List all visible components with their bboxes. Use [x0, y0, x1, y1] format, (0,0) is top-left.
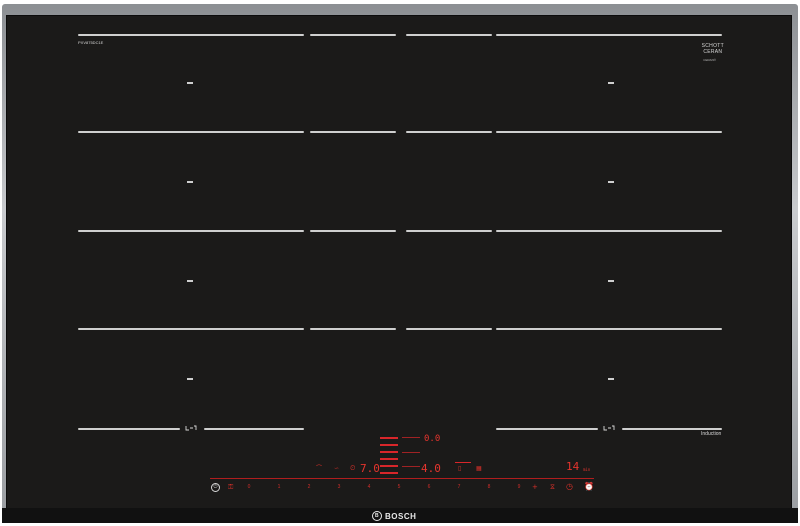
zone-level-display: 0.0 [424, 434, 441, 444]
cooktop-glass [6, 15, 792, 510]
zone-line [496, 131, 722, 133]
zone-bar [402, 437, 420, 438]
zone-line [310, 34, 396, 36]
slider-step-6[interactable]: 6 [424, 484, 434, 490]
power-level-display: 4.0 [421, 462, 441, 475]
zone-line [310, 230, 396, 232]
right-timer-unit: min [583, 467, 591, 472]
zone-line [78, 34, 304, 36]
zone-bar [402, 452, 420, 453]
boost-indicator [455, 462, 471, 463]
glass-brand-line2: CERAN [703, 48, 723, 55]
zone-bar [380, 472, 398, 474]
zone-bar [380, 465, 398, 467]
slider-step-7[interactable]: 7 [454, 484, 464, 490]
zone-bar [380, 437, 398, 439]
grid-icon[interactable]: ▦ [476, 465, 482, 473]
zone-center-mark [187, 82, 193, 84]
slider-step-1[interactable]: 1 [274, 484, 284, 490]
flex-zone-icon [185, 425, 197, 431]
brand-logo: B BOSCH [372, 511, 416, 521]
induction-label: Induction [701, 431, 722, 437]
zone-line [406, 328, 492, 330]
zone-line [406, 230, 492, 232]
slider-step-3[interactable]: 3 [334, 484, 344, 490]
right-timer-display: 14 [566, 460, 580, 473]
model-code: PXV875DC1E [78, 40, 104, 45]
zone-line [496, 34, 722, 36]
hourglass-icon[interactable]: ⧖ [550, 483, 555, 491]
zone-line [406, 34, 492, 36]
power-slider-track[interactable] [210, 478, 594, 479]
pan-icon[interactable]: ⌒ [316, 465, 322, 473]
zone-center-mark [608, 378, 614, 380]
zone-center-mark [608, 181, 614, 183]
zone-line [78, 328, 304, 330]
zone-line [496, 428, 598, 430]
zone-bar [402, 466, 420, 467]
child-lock-icon[interactable]: ⚿ [228, 483, 233, 491]
zone-line [310, 328, 396, 330]
zone-line [78, 131, 304, 133]
slider-step-4[interactable]: 4 [364, 484, 374, 490]
slider-step-0[interactable]: 0 [244, 484, 254, 490]
flex-zone-icon [603, 425, 615, 431]
power-button[interactable]: ⏻ [211, 483, 220, 492]
slider-step-2[interactable]: 2 [304, 484, 314, 490]
zone-line [204, 428, 304, 430]
brand-name: BOSCH [385, 511, 417, 521]
glass-brand-logo: SCHOTT CERAN [702, 43, 724, 55]
slider-step-5[interactable]: 5 [394, 484, 404, 490]
zone-line [622, 428, 722, 430]
zone-bar [380, 444, 398, 446]
zone-line [496, 230, 722, 232]
zone-center-mark [608, 280, 614, 282]
plus-icon[interactable]: + [532, 483, 538, 491]
wave-icon[interactable]: ∽ [334, 465, 339, 473]
zone-line [78, 230, 304, 232]
slider-step-8[interactable]: 8 [484, 484, 494, 490]
zone-center-mark [187, 181, 193, 183]
alarm-icon[interactable]: ⏰ [584, 483, 594, 491]
slider-step-9[interactable]: 9 [514, 484, 524, 490]
zone-line [310, 131, 396, 133]
boost-icon[interactable]: ▯ [458, 465, 461, 473]
zone-center-mark [608, 82, 614, 84]
zone-bar [380, 458, 398, 460]
zone-center-mark [187, 280, 193, 282]
zone-bar [380, 451, 398, 453]
clock-icon[interactable]: ◷ [566, 483, 573, 491]
zone-line [406, 131, 492, 133]
timer-icon[interactable]: ⏲ [350, 464, 355, 472]
glass-brand-sub: CERAN® [703, 58, 716, 62]
zone-line [496, 328, 722, 330]
brand-emblem-icon: B [372, 511, 382, 521]
timer-display: 7.0 [360, 462, 380, 475]
zone-line [78, 428, 180, 430]
zone-center-mark [187, 378, 193, 380]
